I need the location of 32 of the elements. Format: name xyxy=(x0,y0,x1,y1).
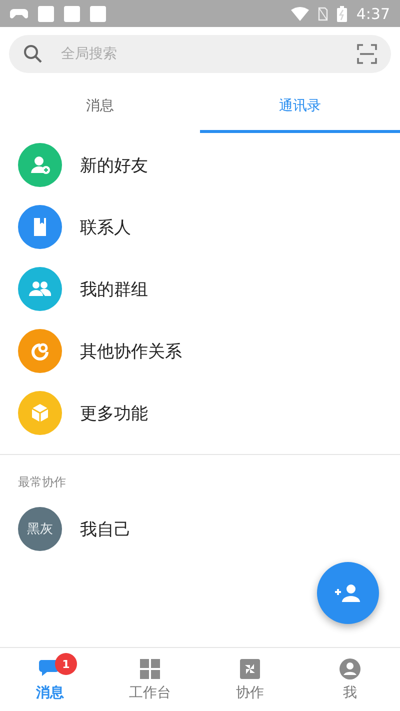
nav-tab[interactable]: 协作 xyxy=(200,648,300,711)
clock-time: 4:37 xyxy=(356,4,390,22)
grid-icon xyxy=(138,657,162,681)
list-item[interactable]: 新的好友 xyxy=(0,134,400,196)
contact-item[interactable]: 黑灰 我自己 xyxy=(0,503,400,555)
section-title: 最常协作 xyxy=(17,474,67,491)
unread-badge: 1 xyxy=(55,653,77,675)
tab[interactable]: 消息 xyxy=(0,81,200,133)
contact-name: 我自己 xyxy=(80,518,131,540)
list-item[interactable]: 我的群组 xyxy=(0,258,400,320)
pinwheel-icon xyxy=(238,657,262,681)
scan-icon xyxy=(357,44,377,64)
nav-tab[interactable]: 工作台 xyxy=(100,648,200,711)
add-contact-button[interactable] xyxy=(317,562,379,624)
avatar: 黑灰 xyxy=(18,507,62,551)
list-item[interactable]: 其他协作关系 xyxy=(0,320,400,382)
add-person-icon xyxy=(335,584,361,602)
list-item[interactable]: 更多功能 xyxy=(0,382,400,444)
list-item[interactable]: 联系人 xyxy=(0,196,400,258)
notification-icon xyxy=(38,6,54,22)
wifi-icon xyxy=(291,6,310,20)
gamepad-icon xyxy=(10,8,28,20)
search-icon xyxy=(23,44,43,64)
battery-icon xyxy=(337,6,348,22)
nav-tab[interactable]: 1 消息 xyxy=(0,648,100,711)
search-field[interactable]: 全局搜索 xyxy=(61,42,339,66)
search-bar[interactable]: 全局搜索 xyxy=(9,35,391,73)
person-icon xyxy=(338,657,362,681)
nav-tab[interactable]: 我 xyxy=(300,648,400,711)
notification-icon xyxy=(64,6,80,22)
no-sim-icon xyxy=(318,6,328,20)
notification-icon xyxy=(90,6,106,22)
